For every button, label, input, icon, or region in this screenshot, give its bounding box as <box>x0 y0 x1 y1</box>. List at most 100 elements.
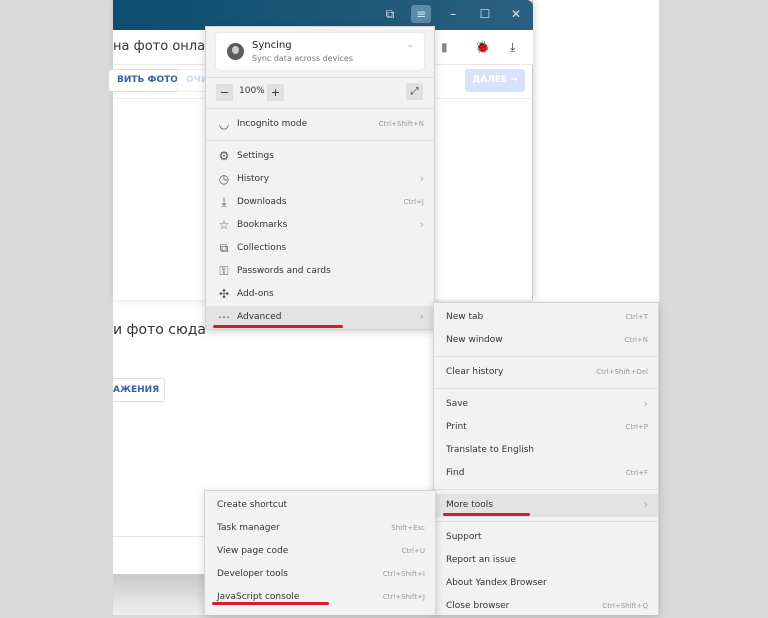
menu-item-task-manager[interactable]: Task manager Shift+Esc <box>205 517 435 540</box>
menu-item-label: Create shortcut <box>217 500 288 510</box>
sync-subtitle: Sync data across devices <box>252 54 354 63</box>
annotation-underline-javascript-console <box>212 602 329 605</box>
chevron-right-icon: › <box>419 218 424 231</box>
menu-item-developer-tools[interactable]: Developer tools Ctrl+Shift+I <box>205 563 435 586</box>
annotation-underline-advanced <box>213 325 343 328</box>
menu-item-label: Translate to English <box>446 445 535 455</box>
menu-item-shortcut: Ctrl+Shift+I <box>382 570 425 578</box>
menu-item-shortcut: Ctrl+Shift+Q <box>602 602 648 610</box>
menu-icon[interactable]: ≡ <box>411 5 431 23</box>
more-tools-submenu: Create shortcut Task manager Shift+Esc View… <box>204 490 436 615</box>
menu-item-history[interactable]: ◷ History › <box>206 168 434 191</box>
drop-zone-text: и фото сюда <box>113 322 206 338</box>
download-icon[interactable]: ⤓ <box>510 40 515 55</box>
menu-item-collections[interactable]: ⧉ Collections <box>206 237 434 260</box>
menu-item-support[interactable]: Support <box>434 526 658 549</box>
select-images-button[interactable]: АЖЕНИЯ <box>113 378 165 402</box>
menu-item-new-window[interactable]: New window Ctrl+N <box>434 329 658 352</box>
menu-item-label: Close browser <box>446 601 510 611</box>
zoom-controls: − 100% + ⤢ <box>206 77 434 109</box>
fullscreen-icon[interactable]: ⤢ <box>406 83 423 100</box>
menu-item-shortcut: Ctrl+Shift+J <box>382 593 425 601</box>
menu-item-settings[interactable]: ⚙ Settings <box>206 145 434 168</box>
menu-item-shortcut: Ctrl+F <box>625 469 648 477</box>
history-icon: ◷ <box>218 172 230 186</box>
menu-item-bookmarks[interactable]: ☆ Bookmarks › <box>206 214 434 237</box>
minimize-icon[interactable]: – <box>443 5 463 23</box>
menu-item-shortcut: Ctrl+P <box>625 423 648 431</box>
menu-item-print[interactable]: Print Ctrl+P <box>434 416 658 439</box>
menu-separator <box>434 388 658 389</box>
menu-item-shortcut: Ctrl+J <box>403 198 424 206</box>
menu-item-add-ons[interactable]: ✣ Add-ons <box>206 283 434 306</box>
chevron-right-icon: › <box>419 310 424 323</box>
page-footer-shade <box>113 574 208 615</box>
incognito-mask-icon: ◡ <box>218 117 230 131</box>
settings-icon: ⚙ <box>218 149 230 163</box>
menu-item-passwords-and-cards[interactable]: ⚿ Passwords and cards <box>206 260 434 283</box>
menu-item-label: Find <box>446 468 465 478</box>
add-ons-icon: ✣ <box>218 287 230 301</box>
advanced-icon: ⋯ <box>218 310 230 324</box>
next-button[interactable]: ДАЛЕЕ → <box>465 69 525 92</box>
menu-item-label: JavaScript console <box>217 592 300 602</box>
maximize-icon[interactable]: ☐ <box>475 5 495 23</box>
add-photo-button[interactable]: ВИТЬ ФОТО <box>109 69 187 92</box>
menu-item-label: Passwords and cards <box>237 266 331 276</box>
bookmarks-icon: ☆ <box>218 218 230 232</box>
menu-separator <box>434 356 658 357</box>
menu-item-view-page-code[interactable]: View page code Ctrl+U <box>205 540 435 563</box>
passwords-and-cards-icon: ⚿ <box>219 264 229 278</box>
chevron-down-icon[interactable]: ⌄ <box>406 40 414 50</box>
zoom-in-button[interactable]: + <box>267 84 284 101</box>
menu-item-shortcut: Ctrl+Shift+Del <box>596 368 648 376</box>
menu-item-shortcut: Shift+Esc <box>391 524 425 532</box>
menu-item-shortcut: Ctrl+N <box>624 336 648 344</box>
close-icon[interactable]: ✕ <box>506 5 526 23</box>
collections-icon[interactable]: ⧉ <box>380 5 400 23</box>
chevron-right-icon: › <box>643 498 648 511</box>
menu-item-label: Print <box>446 422 467 432</box>
sync-card[interactable]: Syncing Sync data across devices ⌄ <box>216 33 424 70</box>
menu-item-find[interactable]: Find Ctrl+F <box>434 462 658 485</box>
menu-item-about-yandex-browser[interactable]: About Yandex Browser <box>434 572 658 595</box>
collections-icon: ⧉ <box>219 241 229 255</box>
menu-item-shortcut: Ctrl+U <box>401 547 425 555</box>
chevron-right-icon: › <box>419 172 424 185</box>
menu-item-new-tab[interactable]: New tab Ctrl+T <box>434 306 658 329</box>
menu-item-incognito[interactable]: ◡ Incognito mode Ctrl+Shift+N <box>206 113 434 136</box>
annotation-underline-more-tools <box>443 513 530 516</box>
menu-separator <box>434 489 658 490</box>
menu-item-label: Support <box>446 532 482 542</box>
menu-item-javascript-console[interactable]: JavaScript console Ctrl+Shift+J <box>205 586 435 609</box>
chevron-right-icon: › <box>643 397 648 410</box>
menu-item-label: Task manager <box>217 523 280 533</box>
menu-separator <box>434 521 658 522</box>
menu-item-label: Save <box>446 399 469 409</box>
advanced-submenu: New tab Ctrl+T New window Ctrl+N Clear histo… <box>433 302 659 615</box>
menu-item-create-shortcut[interactable]: Create shortcut <box>205 494 435 517</box>
bookmark-icon[interactable]: ▮ <box>441 40 448 54</box>
menu-item-shortcut: Ctrl+T <box>625 313 648 321</box>
extension-ladybug-icon[interactable]: 🐞 <box>475 40 490 54</box>
menu-separator <box>206 140 434 141</box>
menu-item-label: New tab <box>446 312 484 322</box>
avatar <box>227 43 244 60</box>
menu-item-label: History <box>237 174 270 184</box>
menu-item-label: View page code <box>217 546 289 556</box>
menu-item-shortcut: Ctrl+Shift+N <box>378 120 424 128</box>
menu-item-downloads[interactable]: ⤓ Downloads Ctrl+J <box>206 191 434 214</box>
browser-main-menu: Syncing Sync data across devices ⌄ − 100… <box>205 26 435 330</box>
menu-item-label: Incognito mode <box>237 119 308 129</box>
menu-item-translate-to-english[interactable]: Translate to English <box>434 439 658 462</box>
menu-item-label: Settings <box>237 151 274 161</box>
menu-item-label: Downloads <box>237 197 287 207</box>
downloads-icon: ⤓ <box>221 195 227 209</box>
menu-item-label: Report an issue <box>446 555 516 565</box>
menu-item-report-an-issue[interactable]: Report an issue <box>434 549 658 572</box>
menu-item-label: Advanced <box>237 312 282 322</box>
zoom-out-button[interactable]: − <box>216 84 233 101</box>
menu-item-save[interactable]: Save › <box>434 393 658 416</box>
menu-item-clear-history[interactable]: Clear history Ctrl+Shift+Del <box>434 361 658 384</box>
menu-item-label: More tools <box>446 500 493 510</box>
